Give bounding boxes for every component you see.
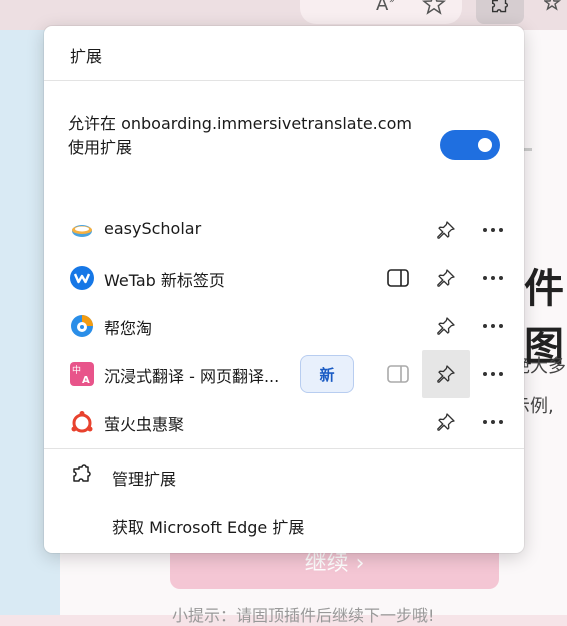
get-extensions-item[interactable]: 获取 Microsoft Edge 扩展 [44,502,524,546]
more-options-button[interactable] [475,308,511,344]
manage-extensions-label: 管理扩展 [112,470,177,489]
more-icon [483,228,503,232]
extension-name: 沉浸式翻译 - 网页翻译... [104,367,280,386]
more-icon [483,324,503,328]
extensions-popup: 扩展 允许在 onboarding.immersivetranslate.com… [44,26,524,553]
easyscholar-icon [70,218,94,242]
extension-row-wetab[interactable]: WeTab 新标签页 [44,254,524,302]
svg-text:A: A [376,0,389,15]
pin-icon [437,317,455,335]
page-divider [524,148,532,151]
more-options-button[interactable] [475,212,511,248]
immersive-translate-icon: 中A [70,362,94,386]
site-access-label: 允许在 onboarding.immersivetranslate.com 使用… [68,114,412,157]
extension-row-firefly[interactable]: 萤火虫惠聚 [44,398,524,446]
extension-name: 萤火虫惠聚 [104,415,185,434]
more-icon [483,420,503,424]
sidebar-icon [387,269,409,287]
pin-button[interactable] [428,212,464,248]
pin-icon [437,413,455,431]
divider [44,80,524,81]
pin-icon [437,269,455,287]
divider [44,448,524,449]
manage-extensions-item[interactable]: 管理扩展 [44,454,524,498]
sidebar-button[interactable] [380,356,416,392]
pin-button[interactable] [428,260,464,296]
svg-text:»: » [389,0,395,6]
more-icon [483,372,503,376]
pin-icon [437,221,455,239]
bangnintao-icon [70,314,94,338]
firefly-icon [70,410,94,434]
favorites-icon[interactable] [542,0,566,20]
sidebar-icon [387,365,409,383]
new-badge[interactable]: 新 [300,355,354,393]
tip-text: 小提示：请固顶插件后继续下一步哦! [172,606,435,625]
site-access-toggle[interactable] [440,130,500,160]
more-options-button[interactable] [475,404,511,440]
popup-title: 扩展 [70,47,103,66]
pin-button[interactable] [422,350,470,398]
get-extensions-label: 获取 Microsoft Edge 扩展 [112,518,305,537]
pin-button[interactable] [428,308,464,344]
more-options-button[interactable] [475,356,511,392]
pin-button[interactable] [428,404,464,440]
svg-text:中: 中 [72,364,81,376]
wetab-icon [70,266,94,290]
extensions-button[interactable] [476,0,524,24]
extension-row-immersive-translate[interactable]: 中A 沉浸式翻译 - 网页翻译... 新 [44,350,524,398]
sidebar-button[interactable] [380,260,416,296]
extension-name: easyScholar [104,219,202,238]
star-icon[interactable] [421,0,447,20]
pin-icon [437,365,455,383]
more-options-button[interactable] [475,260,511,296]
svg-text:A: A [82,375,90,386]
puzzle-icon [70,464,94,492]
extension-name: WeTab 新标签页 [104,271,225,290]
extension-row-easyscholar[interactable]: easyScholar [44,206,524,254]
more-icon [483,276,503,280]
extension-row-bangnintao[interactable]: 帮您淘 [44,302,524,350]
toggle-knob [478,138,492,152]
extension-name: 帮您淘 [104,319,153,338]
puzzle-icon [489,0,511,22]
read-aloud-icon[interactable]: A» [376,0,402,20]
